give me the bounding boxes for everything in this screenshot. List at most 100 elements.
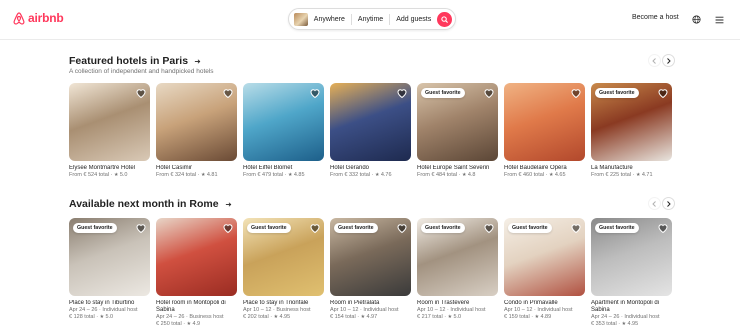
heart-icon[interactable] [309, 222, 321, 234]
listing-photo[interactable]: Guest favorite [504, 218, 585, 296]
listing-card[interactable]: Hôtel Casimir From € 324 total · ★ 4.81 [156, 83, 237, 179]
guest-favorite-badge: Guest favorite [421, 88, 465, 98]
listing-price-rating: € 128 total · ★ 5.0 [69, 314, 150, 321]
search-bar[interactable]: Anywhere Anytime Add guests [288, 8, 456, 30]
listing-price: € 154 total [330, 314, 356, 320]
listing-price-rating: From € 460 total · ★ 4.65 [504, 172, 585, 179]
heart-icon[interactable] [483, 222, 495, 234]
chevron-left-icon [652, 57, 656, 64]
main-menu-button[interactable] [711, 11, 728, 28]
arrow-right-icon [194, 58, 201, 64]
hamburger-menu-icon [715, 16, 724, 23]
heart-icon[interactable] [135, 87, 147, 99]
listing-photo[interactable] [69, 83, 150, 161]
listing-price: From € 225 total [591, 172, 632, 178]
listing-photo[interactable]: Guest favorite [330, 218, 411, 296]
heart-icon[interactable] [222, 222, 234, 234]
language-button[interactable] [688, 11, 705, 28]
arrow-right-icon [225, 201, 231, 207]
heart-icon[interactable] [396, 222, 408, 234]
listing-price-rating: From € 479 total · ★ 4.85 [243, 172, 324, 179]
listing-card[interactable]: Hôtel Eiffel Blomet From € 479 total · ★ … [243, 83, 324, 179]
listing-rating: 4.81 [206, 172, 218, 178]
listing-price: € 128 total [69, 314, 95, 320]
listing-card[interactable]: Guest favorite Hotel Europe Saint Severin… [417, 83, 498, 179]
listing-card[interactable]: Hotel room in Montopoli di Sabina Apr 24 … [156, 218, 237, 328]
listing-price: From € 460 total [504, 172, 545, 178]
carousel-next-button[interactable] [662, 197, 675, 210]
listing-card[interactable]: Elysee Montmartre Hotel From € 524 total … [69, 83, 150, 179]
listing-card[interactable]: Hotel Gérando From € 332 total · ★ 4.76 [330, 83, 411, 179]
listing-title: La Manufacture [591, 165, 633, 171]
listing-photo[interactable]: Guest favorite [69, 218, 150, 296]
listing-photo[interactable] [504, 83, 585, 161]
top-navigation-bar: airbnb Anywhere Anytime Add guests Becom… [0, 0, 740, 40]
listing-dates-host: Apr 10 – 12 · Individual host [330, 307, 399, 313]
guest-favorite-badge: Guest favorite [595, 223, 639, 233]
listing-rating: 4.95 [279, 314, 291, 320]
search-anytime-button[interactable]: Anytime [352, 16, 389, 23]
listing-photo[interactable]: Guest favorite [417, 218, 498, 296]
listing-photo[interactable]: Guest favorite [591, 218, 672, 296]
listing-card[interactable]: Guest favorite Room in Pietralata Apr 10 –… [330, 218, 411, 328]
heart-icon[interactable] [309, 87, 321, 99]
listing-title: Condo in Primavalle [504, 300, 558, 306]
listing-card[interactable]: Hôtel Baudelaire Opéra From € 460 total ·… [504, 83, 585, 179]
listing-rating: 4.71 [641, 172, 653, 178]
listing-photo[interactable] [156, 218, 237, 296]
listing-price: From € 484 total [417, 172, 458, 178]
heart-icon[interactable] [483, 87, 495, 99]
heart-icon[interactable] [222, 87, 234, 99]
listing-carousel-paris: Elysee Montmartre Hotel From € 524 total … [69, 83, 672, 179]
listing-card[interactable]: Guest favorite Place to stay in Trionfale… [243, 218, 324, 328]
heart-icon[interactable] [135, 222, 147, 234]
section-title-rome[interactable]: Available next month in Rome [69, 198, 232, 210]
listing-photo[interactable]: Guest favorite [591, 83, 672, 161]
listing-carousel-rome: Guest favorite Place to stay in Tiburtino… [69, 218, 672, 328]
heart-icon[interactable] [570, 87, 582, 99]
listing-title: Hôtel Eiffel Blomet [243, 165, 293, 171]
listing-dates-host: Apr 10 – 12 · Individual host [417, 307, 486, 313]
listing-card[interactable]: Guest favorite La Manufacture From € 225 t… [591, 83, 672, 179]
search-anywhere-button[interactable]: Anywhere [308, 16, 351, 23]
listing-card[interactable]: Guest favorite Apartment in Montopoli di … [591, 218, 672, 328]
section-title-text: Available next month in Rome [69, 198, 219, 210]
listing-rating: 4.65 [554, 172, 566, 178]
listing-rating: 4.76 [380, 172, 392, 178]
airbnb-logo[interactable]: airbnb [13, 11, 64, 25]
listing-rating: 4.89 [540, 314, 552, 320]
search-submit-button[interactable] [437, 11, 452, 27]
heart-icon[interactable] [396, 87, 408, 99]
listing-card[interactable]: Guest favorite Condo in Primavalle Apr 10 … [504, 218, 585, 328]
guest-favorite-badge: Guest favorite [334, 223, 378, 233]
listing-photo[interactable]: Guest favorite [417, 83, 498, 161]
listing-title: Hotel Gérando [330, 165, 370, 171]
guest-favorite-badge: Guest favorite [73, 223, 117, 233]
carousel-prev-button[interactable] [648, 54, 661, 67]
listing-photo[interactable] [243, 83, 324, 161]
listing-dates-host: Apr 24 – 26 · Individual host [591, 314, 660, 320]
heart-icon[interactable] [657, 87, 669, 99]
carousel-prev-button[interactable] [648, 197, 661, 210]
logo-wordmark: airbnb [28, 11, 64, 25]
listing-card[interactable]: Guest favorite Place to stay in Tiburtino… [69, 218, 150, 328]
listing-price-rating: From € 332 total · ★ 4.76 [330, 172, 411, 179]
section-subtitle: A collection of independent and handpick… [69, 68, 214, 75]
become-a-host-link[interactable]: Become a host [632, 14, 679, 21]
carousel-next-button[interactable] [662, 54, 675, 67]
heart-icon[interactable] [570, 222, 582, 234]
section-title-paris[interactable]: Featured hotels in Paris [69, 55, 201, 67]
listing-photo[interactable]: Guest favorite [243, 218, 324, 296]
listing-price-rating: € 202 total · ★ 4.95 [243, 314, 324, 321]
globe-icon [692, 15, 701, 24]
listing-title: Apartment in Montopoli di Sabina [591, 300, 660, 313]
heart-icon[interactable] [657, 222, 669, 234]
listing-card[interactable]: Guest favorite Room in Trastevere Apr 10 –… [417, 218, 498, 328]
search-add-guests-button[interactable]: Add guests [390, 16, 437, 23]
listing-title: Hôtel Casimir [156, 165, 193, 171]
listing-title: Hotel Europe Saint Severin [417, 165, 490, 171]
listing-photo[interactable] [156, 83, 237, 161]
listing-price: € 353 total [591, 321, 617, 327]
listing-photo[interactable] [330, 83, 411, 161]
listing-price: From € 479 total [243, 172, 284, 178]
